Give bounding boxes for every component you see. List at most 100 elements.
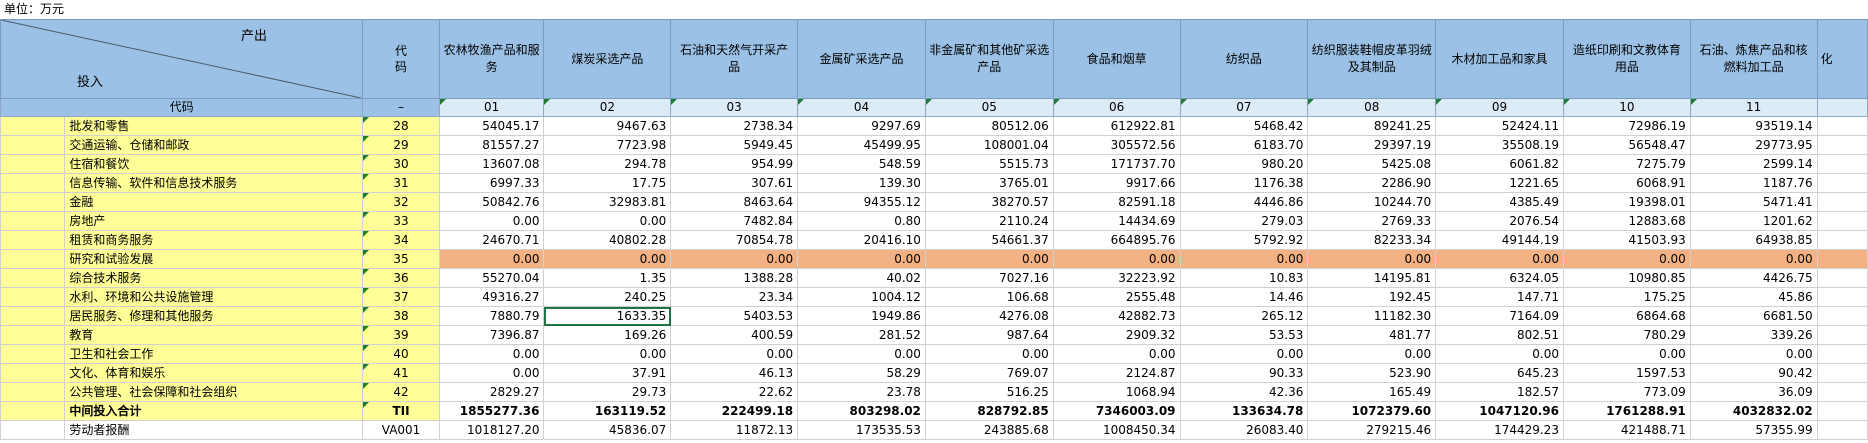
row-code-cell[interactable]: 30: [362, 154, 440, 174]
value-cell[interactable]: 2738.34: [670, 116, 799, 136]
value-cell[interactable]: 1018127.20: [438, 420, 545, 440]
column-code-05[interactable]: 05: [924, 98, 1054, 117]
value-cell[interactable]: 0.00: [438, 363, 545, 383]
value-cell[interactable]: 35508.19: [1435, 135, 1564, 155]
value-cell[interactable]: 26083.40: [1179, 420, 1309, 440]
value-cell[interactable]: 0.00: [1052, 344, 1181, 364]
value-cell[interactable]: 1949.86: [797, 306, 926, 326]
value-cell[interactable]: 1597.53: [1562, 363, 1691, 383]
value-cell[interactable]: 6681.50: [1689, 306, 1818, 326]
value-cell[interactable]: 174429.23: [1435, 420, 1564, 440]
value-cell[interactable]: 516.25: [924, 382, 1054, 402]
value-cell-partial[interactable]: [1816, 230, 1868, 250]
value-cell[interactable]: 58.29: [797, 363, 926, 383]
value-cell[interactable]: 2909.32: [1052, 325, 1181, 345]
value-cell[interactable]: 4426.75: [1689, 268, 1818, 288]
value-cell[interactable]: 2829.27: [438, 382, 545, 402]
value-cell-partial[interactable]: [1816, 325, 1868, 345]
column-code-10[interactable]: 10: [1562, 98, 1691, 117]
value-cell[interactable]: 49144.19: [1435, 230, 1564, 250]
value-cell[interactable]: 6864.68: [1562, 306, 1691, 326]
value-cell[interactable]: 5949.45: [670, 135, 799, 155]
value-cell[interactable]: 175.25: [1562, 287, 1691, 307]
value-cell[interactable]: 421488.71: [1562, 420, 1691, 440]
value-cell[interactable]: 6324.05: [1435, 268, 1564, 288]
value-cell[interactable]: 780.29: [1562, 325, 1691, 345]
value-cell[interactable]: 5471.41: [1689, 192, 1818, 212]
value-cell[interactable]: 45499.95: [797, 135, 926, 155]
value-cell[interactable]: 192.45: [1307, 287, 1437, 307]
row-code-cell[interactable]: 38: [362, 306, 440, 326]
value-cell-partial[interactable]: [1816, 287, 1868, 307]
value-cell[interactable]: 7880.79: [438, 306, 545, 326]
value-cell[interactable]: 72986.19: [1562, 116, 1691, 136]
value-cell[interactable]: 1072379.60: [1307, 401, 1437, 421]
value-cell[interactable]: 9297.69: [797, 116, 926, 136]
value-cell[interactable]: 1068.94: [1052, 382, 1181, 402]
value-cell[interactable]: 4032832.02: [1689, 401, 1818, 421]
value-cell[interactable]: 32223.92: [1052, 268, 1181, 288]
value-cell[interactable]: 45836.07: [543, 420, 672, 440]
value-cell-partial[interactable]: [1816, 249, 1868, 269]
column-header-01[interactable]: 农林牧渔产品和服务: [438, 19, 545, 99]
value-cell[interactable]: 53.53: [1179, 325, 1309, 345]
row-group-cell[interactable]: [0, 173, 66, 193]
value-cell[interactable]: 0.00: [670, 249, 799, 269]
row-name-cell[interactable]: 金融: [64, 192, 364, 212]
row-group-cell[interactable]: [0, 211, 66, 231]
value-cell[interactable]: 14195.81: [1307, 268, 1437, 288]
row-name-cell[interactable]: 住宿和餐饮: [64, 154, 364, 174]
value-cell[interactable]: 0.00: [797, 249, 926, 269]
value-cell[interactable]: 94355.12: [797, 192, 926, 212]
value-cell[interactable]: 828792.85: [924, 401, 1054, 421]
value-cell[interactable]: 612922.81: [1052, 116, 1181, 136]
value-cell[interactable]: 1.35: [543, 268, 672, 288]
row-group-cell[interactable]: [0, 401, 66, 421]
code-row-label[interactable]: 代码: [0, 98, 364, 117]
value-cell[interactable]: 5403.53: [670, 306, 799, 326]
value-cell[interactable]: 0.00: [1052, 249, 1181, 269]
value-cell[interactable]: 29773.95: [1689, 135, 1818, 155]
value-cell[interactable]: 165.49: [1307, 382, 1437, 402]
value-cell[interactable]: 2555.48: [1052, 287, 1181, 307]
value-cell-partial[interactable]: [1816, 135, 1868, 155]
value-cell[interactable]: 19398.01: [1562, 192, 1691, 212]
row-name-cell[interactable]: 批发和零售: [64, 116, 364, 136]
row-name-cell[interactable]: 居民服务、修理和其他服务: [64, 306, 364, 326]
value-cell[interactable]: 4276.08: [924, 306, 1054, 326]
value-cell[interactable]: 106.68: [924, 287, 1054, 307]
value-cell[interactable]: 0.00: [1307, 344, 1437, 364]
column-code-04[interactable]: 04: [797, 98, 926, 117]
row-name-cell[interactable]: 房地产: [64, 211, 364, 231]
row-group-cell[interactable]: [0, 382, 66, 402]
value-cell[interactable]: 6997.33: [438, 173, 545, 193]
value-cell[interactable]: 52424.11: [1435, 116, 1564, 136]
value-cell[interactable]: 279.03: [1179, 211, 1309, 231]
value-cell-partial[interactable]: [1816, 116, 1868, 136]
value-cell[interactable]: 54045.17: [438, 116, 545, 136]
value-cell[interactable]: 54661.37: [924, 230, 1054, 250]
column-header-02[interactable]: 煤炭采选产品: [543, 19, 672, 99]
value-cell[interactable]: 40.02: [797, 268, 926, 288]
value-cell[interactable]: 339.26: [1689, 325, 1818, 345]
column-code-03[interactable]: 03: [670, 98, 799, 117]
value-cell[interactable]: 8463.64: [670, 192, 799, 212]
row-code-cell[interactable]: 34: [362, 230, 440, 250]
value-cell[interactable]: 0.00: [1179, 344, 1309, 364]
row-code-cell[interactable]: 33: [362, 211, 440, 231]
value-cell[interactable]: 5792.92: [1179, 230, 1309, 250]
value-cell[interactable]: 0.00: [543, 344, 672, 364]
value-cell[interactable]: 0.00: [1689, 344, 1818, 364]
column-code-11[interactable]: 11: [1689, 98, 1818, 117]
value-cell[interactable]: 1004.12: [797, 287, 926, 307]
value-cell[interactable]: 57355.99: [1689, 420, 1818, 440]
value-cell[interactable]: 173535.53: [797, 420, 926, 440]
value-cell[interactable]: 243885.68: [924, 420, 1054, 440]
value-cell[interactable]: 1221.65: [1435, 173, 1564, 193]
value-cell[interactable]: 523.90: [1307, 363, 1437, 383]
value-cell[interactable]: 6183.70: [1179, 135, 1309, 155]
value-cell-partial[interactable]: [1816, 211, 1868, 231]
row-name-cell[interactable]: 文化、体育和娱乐: [64, 363, 364, 383]
value-cell[interactable]: 307.61: [670, 173, 799, 193]
value-cell[interactable]: 0.00: [670, 344, 799, 364]
